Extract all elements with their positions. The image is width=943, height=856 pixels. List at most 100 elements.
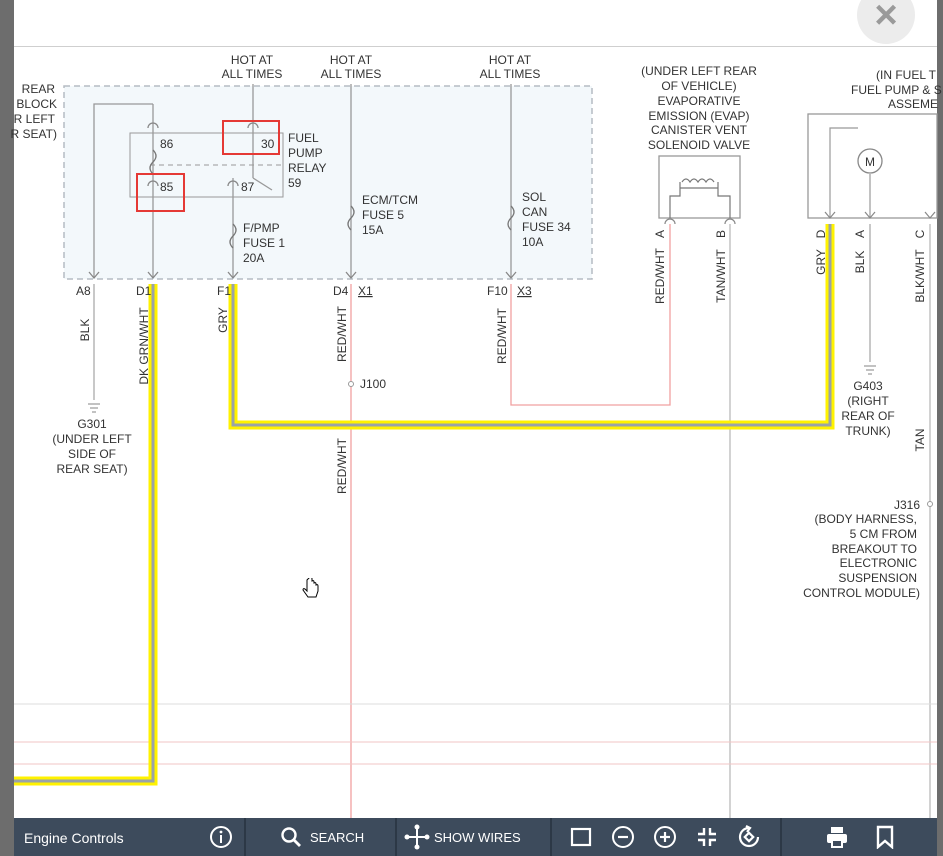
toolbar-divider	[244, 818, 246, 856]
ecm-fuse-2: FUSE 5	[362, 208, 404, 222]
relay-label-4: 59	[288, 176, 302, 190]
zoom-out-icon	[610, 824, 636, 850]
wire-label-blk-pump: BLK	[853, 251, 867, 274]
evap-pin-b: B	[714, 230, 728, 238]
g403-line-3: REAR OF	[841, 409, 894, 423]
toolbar-divider	[395, 818, 397, 856]
pin-x3: X3	[517, 284, 532, 298]
zoom-in-button[interactable]	[652, 818, 678, 856]
g403-line-2: (RIGHT	[847, 394, 889, 408]
j316-line-1: J316	[894, 498, 920, 512]
print-button[interactable]	[824, 818, 850, 856]
wire-label-blkwht: BLK/WHT	[913, 249, 927, 303]
evap-solenoid-box	[658, 155, 741, 219]
square-icon	[568, 824, 594, 850]
evap-line-1: (UNDER LEFT REAR	[641, 64, 757, 78]
hot-label-1a: HOT AT	[231, 53, 274, 67]
sol-fuse-2: CAN	[522, 205, 547, 219]
print-icon	[824, 824, 850, 850]
pump-line-3: ASSEME	[888, 97, 938, 111]
wire-label-redwht-f10: RED/WHT	[495, 307, 509, 364]
relay-pin-85: 85	[160, 180, 174, 194]
fpmp-fuse-1: F/PMP	[243, 221, 280, 235]
collapse-button[interactable]	[694, 818, 720, 856]
evap-line-2: OF VEHICLE)	[661, 79, 736, 93]
g403-line-1: G403	[853, 379, 883, 393]
pin-d4: D4	[333, 284, 349, 298]
show-wires-label: SHOW WIRES	[434, 829, 521, 845]
wires-icon	[404, 824, 430, 850]
toolbar-divider	[780, 818, 782, 856]
rotate-button[interactable]	[736, 818, 762, 856]
pump-pin-a: A	[853, 230, 867, 238]
hot-label-2b: ALL TIMES	[321, 67, 382, 81]
fuse-block-outline	[63, 85, 593, 280]
evap-line-6: SOLENOID VALVE	[648, 138, 750, 152]
motor-label: M	[865, 155, 875, 169]
g301-line-3: SIDE OF	[68, 447, 116, 461]
evap-line-5: CANISTER VENT	[651, 123, 748, 137]
relay-label-3: RELAY	[288, 161, 326, 175]
search-label: SEARCH	[310, 829, 365, 845]
sol-fuse-4: 10A	[522, 235, 543, 249]
rotate-icon	[736, 824, 762, 850]
evap-line-3: EVAPORATIVE	[658, 94, 741, 108]
hot-label-3a: HOT AT	[489, 53, 532, 67]
search-icon	[278, 824, 304, 850]
pump-pin-c: C	[913, 229, 927, 238]
sol-fuse-3: FUSE 34	[522, 220, 571, 234]
relay-pin-30: 30	[261, 137, 275, 151]
fit-page-button[interactable]	[568, 818, 594, 856]
sol-fuse-1: SOL	[522, 190, 546, 204]
j100-label: J100	[360, 377, 386, 391]
pump-pin-d: D	[814, 229, 828, 238]
bookmark-icon	[872, 824, 898, 850]
j316-line-5: ELECTRONIC	[840, 556, 918, 570]
evap-line-4: EMISSION (EVAP)	[648, 109, 749, 123]
g301-line-2: (UNDER LEFT	[52, 432, 132, 446]
wire-label-tan: TAN	[913, 428, 927, 451]
pin-f1: F1	[217, 284, 231, 298]
j316-line-6: SUSPENSION	[838, 571, 917, 585]
bottom-toolbar: Engine Controls SEARCH SHOW WIRES	[14, 818, 937, 856]
g301-line-1: G301	[77, 417, 107, 431]
relay-label-1: FUEL	[288, 131, 319, 145]
hot-label-1b: ALL TIMES	[222, 67, 283, 81]
wiring-diagram: REAR BLOCK R LEFT R SEAT) HOT AT ALL TIM…	[11, 53, 942, 818]
wire-label-redwht-evap: RED/WHT	[653, 247, 667, 304]
info-button[interactable]	[208, 818, 234, 856]
fpmp-fuse-3: 20A	[243, 251, 264, 265]
wire-label-redwht-j100: RED/WHT	[335, 437, 349, 494]
info-icon	[208, 824, 234, 850]
ground-icon	[88, 365, 876, 413]
pin-d1: D1	[136, 284, 152, 298]
pin-a8: A8	[76, 284, 91, 298]
show-wires-button[interactable]: SHOW WIRES	[404, 818, 521, 856]
wire-label-tanwht: TAN/WHT	[714, 248, 728, 302]
left-block-title-3: R LEFT	[14, 112, 56, 126]
ecm-fuse-3: 15A	[362, 223, 383, 237]
wire-label-dkgrn: DK GRN/WHT	[137, 307, 151, 385]
bookmark-button[interactable]	[872, 818, 898, 856]
compress-icon	[694, 824, 720, 850]
highlight-dkgrn	[14, 284, 158, 786]
wire-label-gry-f1: GRY	[216, 307, 230, 333]
relay-label-2: PUMP	[288, 146, 323, 160]
zoom-in-icon	[652, 824, 678, 850]
g403-line-4: TRUNK)	[845, 424, 890, 438]
search-button[interactable]: SEARCH	[278, 818, 364, 856]
j316-splice	[927, 501, 933, 507]
relay-pin-87: 87	[241, 180, 255, 194]
j316-line-4: BREAKOUT TO	[832, 542, 917, 556]
zoom-out-button[interactable]	[610, 818, 636, 856]
pin-x1: X1	[358, 284, 373, 298]
j316-line-7: CONTROL MODULE)	[803, 586, 920, 600]
toolbar-title: Engine Controls	[24, 830, 124, 846]
relay-pin-86: 86	[160, 137, 174, 151]
wire-label-gry-pump: GRY	[814, 249, 828, 275]
evap-pin-a: A	[653, 230, 667, 238]
hand-cursor-icon	[302, 578, 319, 598]
pump-line-2: FUEL PUMP & S	[851, 83, 942, 97]
toolbar-divider	[550, 818, 552, 856]
ecm-fuse-1: ECM/TCM	[362, 193, 418, 207]
